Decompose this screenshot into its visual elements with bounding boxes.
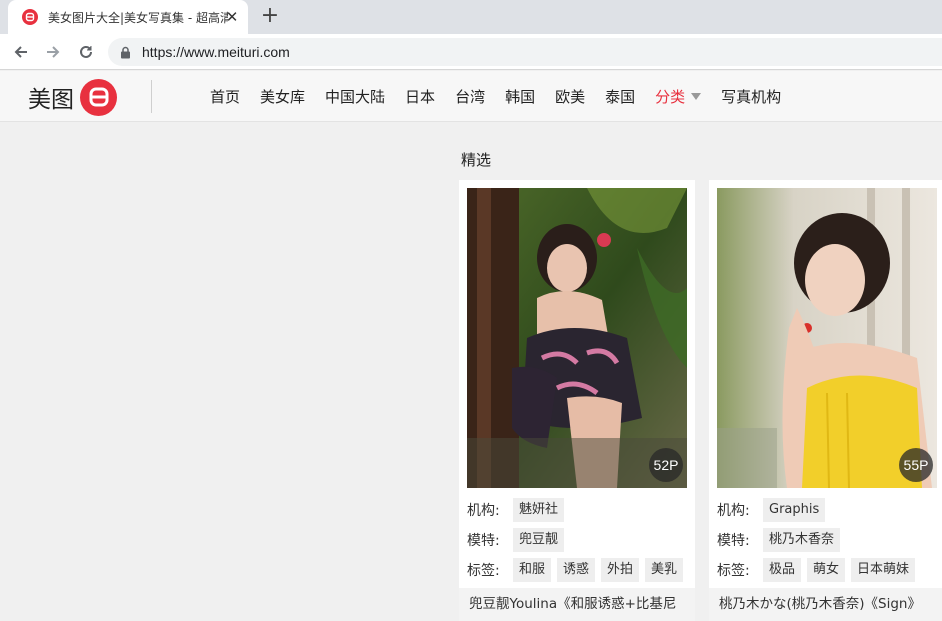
tag-link[interactable]: 日本萌妹 [851, 558, 916, 582]
brand-text: 美图 [28, 87, 74, 113]
album-cover-image[interactable]: 55P [717, 188, 937, 488]
url-text: https://www.meituri.com [142, 44, 290, 60]
meituri-logo-icon [22, 9, 38, 25]
tags-label: 标签: [467, 563, 500, 579]
lock-icon [120, 45, 132, 59]
nav-item-home[interactable]: 首页 [210, 86, 240, 107]
nav-item-taiwan[interactable]: 台湾 [455, 86, 485, 107]
browser-tab[interactable]: 美女图片大全|美女写真集 - 超高清 ✕ [8, 0, 248, 34]
tags-label: 标签: [717, 563, 750, 579]
nav-item-categories[interactable]: 分类 [655, 86, 702, 107]
photo-count-badge: 52P [649, 448, 683, 482]
nav-item-categories-label: 分类 [655, 88, 686, 106]
plus-icon[interactable]: + [258, 5, 282, 29]
tags-row: 标签: 极品 萌女 日本萌妹 [717, 558, 921, 582]
tag-link[interactable]: 极品 [763, 558, 802, 582]
close-icon[interactable]: ✕ [224, 9, 240, 25]
album-title-link[interactable]: 桃乃木かな(桃乃木香奈)《Sign》 [709, 588, 942, 621]
org-row: 机构: 魅妍社 [467, 498, 570, 522]
tag-link[interactable]: 诱惑 [557, 558, 596, 582]
nav-item-studios[interactable]: 写真机构 [721, 86, 781, 107]
nav-item-thailand[interactable]: 泰国 [605, 86, 635, 107]
site-header: 美图 首页 美女库 中国大陆 日本 台湾 韩国 欧美 泰国 分类 写真机构 [0, 71, 942, 122]
tag-link[interactable]: 美乳 [645, 558, 684, 582]
tags-row: 标签: 和服 诱惑 外拍 美乳 [467, 558, 689, 582]
arrow-left-icon[interactable] [9, 40, 33, 64]
org-label: 机构: [717, 503, 750, 519]
meituri-logo-icon [80, 78, 117, 116]
model-row: 模特: 兜豆靓 [467, 528, 570, 552]
model-link[interactable]: 兜豆靓 [513, 528, 565, 552]
org-link[interactable]: Graphis [763, 498, 826, 522]
tag-link[interactable]: 萌女 [807, 558, 846, 582]
model-label: 模特: [717, 533, 750, 549]
reload-icon[interactable] [74, 40, 98, 64]
header-divider [151, 80, 152, 113]
org-link[interactable]: 魅妍社 [513, 498, 565, 522]
address-bar[interactable]: https://www.meituri.com [108, 38, 942, 66]
album-cover-image[interactable]: 52P [467, 188, 687, 488]
browser-tabstrip: 美女图片大全|美女写真集 - 超高清 ✕ + [0, 0, 942, 34]
album-card[interactable]: 52P 机构: 魅妍社 模特: 兜豆靓 标签: 和服 诱惑 外拍 美乳 兜豆靓Y… [459, 180, 695, 621]
nav-item-china[interactable]: 中国大陆 [325, 86, 385, 107]
nav-item-japan[interactable]: 日本 [405, 86, 435, 107]
site-logo[interactable]: 美图 [28, 78, 117, 116]
browser-toolbar: https://www.meituri.com [0, 34, 942, 70]
nav-item-korea[interactable]: 韩国 [505, 86, 535, 107]
nav-item-models[interactable]: 美女库 [260, 86, 305, 107]
model-row: 模特: 桃乃木香奈 [717, 528, 846, 552]
tab-title: 美女图片大全|美女写真集 - 超高清 [48, 10, 228, 25]
tag-link[interactable]: 外拍 [601, 558, 640, 582]
photo-count-badge: 55P [899, 448, 933, 482]
org-label: 机构: [467, 503, 500, 519]
org-row: 机构: Graphis [717, 498, 831, 522]
model-link[interactable]: 桃乃木香奈 [763, 528, 841, 552]
section-title: 精选 [461, 151, 492, 169]
nav-item-western[interactable]: 欧美 [555, 86, 585, 107]
album-title-link[interactable]: 兜豆靓Youlina《和服诱惑+比基尼 [459, 588, 695, 621]
tag-link[interactable]: 和服 [513, 558, 552, 582]
caret-down-icon [691, 93, 702, 100]
main-nav: 首页 美女库 中国大陆 日本 台湾 韩国 欧美 泰国 分类 写真机构 [210, 71, 801, 122]
model-label: 模特: [467, 533, 500, 549]
arrow-right-icon[interactable] [41, 40, 65, 64]
album-card[interactable]: 55P 机构: Graphis 模特: 桃乃木香奈 标签: 极品 萌女 日本萌妹… [709, 180, 942, 621]
